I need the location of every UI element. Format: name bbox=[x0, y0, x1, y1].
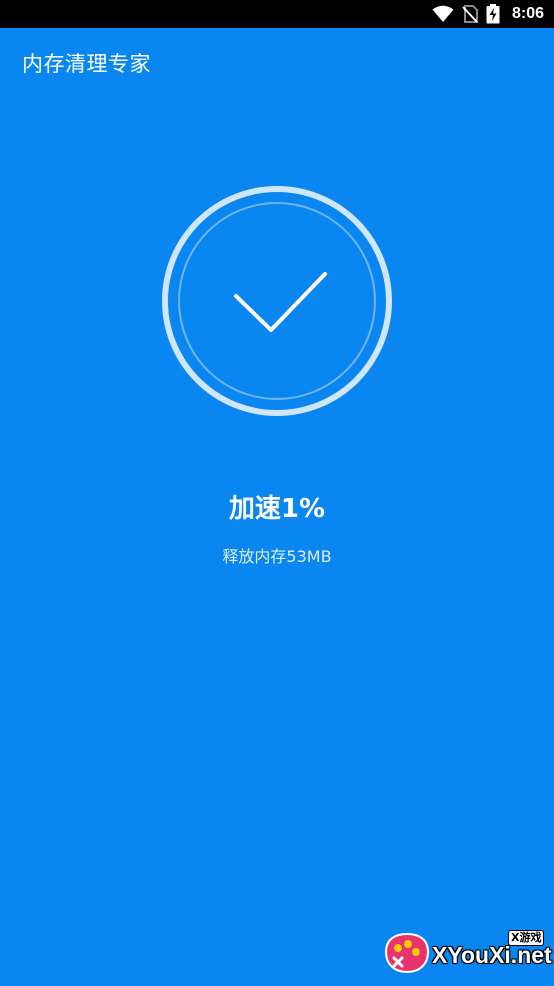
memory-freed-label: 释放内存53MB bbox=[222, 547, 332, 566]
gamepad-logo-icon bbox=[384, 930, 430, 980]
status-bar: 8:06 bbox=[0, 0, 554, 28]
speedup-title: 加速1% bbox=[228, 494, 326, 524]
no-sim-icon bbox=[462, 5, 478, 23]
app-bar: 内存清理专家 bbox=[0, 28, 554, 94]
battery-charging-icon bbox=[486, 4, 500, 24]
status-time: 8:06 bbox=[511, 5, 544, 22]
watermark: X游戏 XYouXi.net bbox=[380, 926, 552, 982]
wifi-icon bbox=[432, 5, 454, 23]
app-title: 内存清理专家 bbox=[22, 52, 151, 76]
watermark-site: XYouXi.net bbox=[432, 942, 552, 968]
checkmark-icon bbox=[234, 272, 327, 332]
status-icons: 8:06 bbox=[432, 0, 544, 28]
result-ring bbox=[160, 184, 394, 418]
